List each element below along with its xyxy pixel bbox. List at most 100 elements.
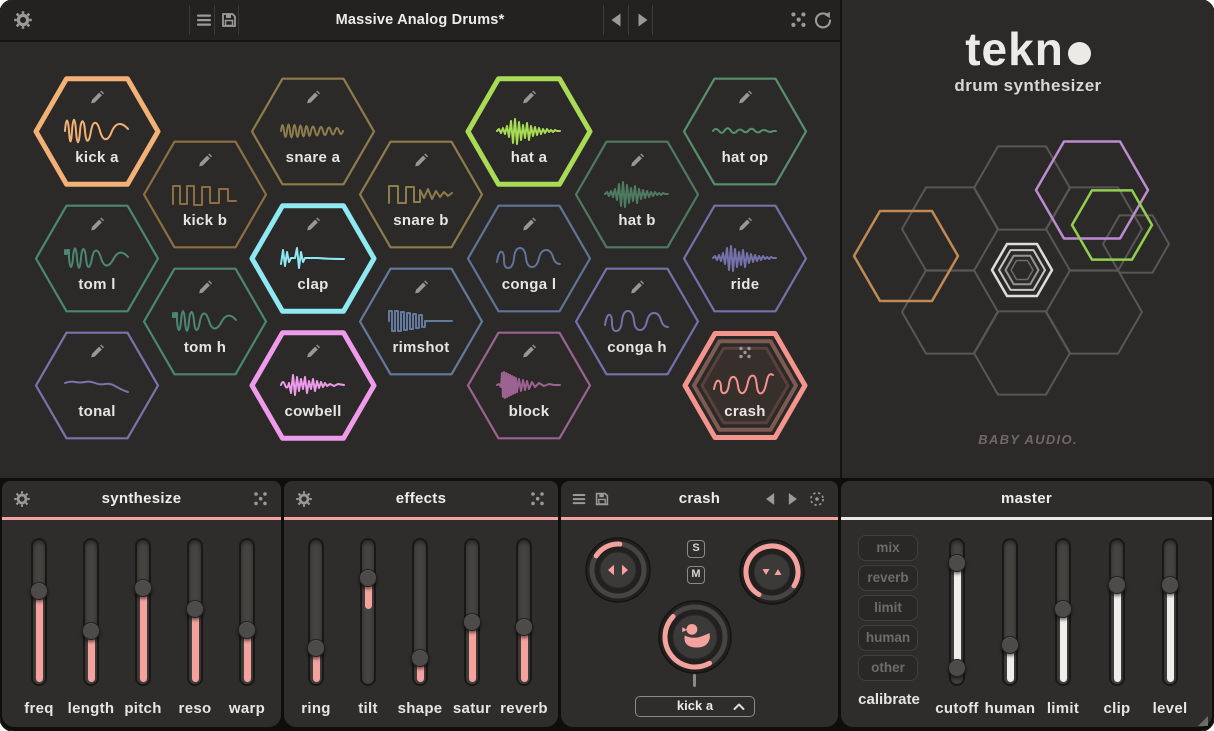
save-icon[interactable] xyxy=(219,10,239,30)
slider-label: satur xyxy=(453,700,491,717)
reset-icon[interactable] xyxy=(813,10,833,30)
pad-label: crash xyxy=(680,403,810,420)
edit-pencil-icon[interactable] xyxy=(197,153,214,170)
master-button-other[interactable]: other xyxy=(858,655,918,681)
waveform-preview xyxy=(490,240,568,276)
edit-pencil-icon[interactable] xyxy=(737,217,754,234)
slider-thumb[interactable] xyxy=(186,600,204,618)
panel-synthesize-header: synthesize xyxy=(2,481,281,520)
slider-thumb[interactable] xyxy=(1001,636,1019,654)
gear-icon[interactable] xyxy=(13,10,33,30)
edit-pencil-icon[interactable] xyxy=(629,153,646,170)
panel-title: master xyxy=(841,481,1212,517)
slider-level[interactable]: level xyxy=(1162,538,1178,686)
waveform-preview xyxy=(166,303,244,339)
slider-thumb[interactable] xyxy=(307,639,325,657)
plugin-window: Massive Analog Drums* kick asnare ahat a… xyxy=(0,0,1214,731)
pad-label: block xyxy=(464,403,594,420)
slider-satur[interactable]: satur xyxy=(464,538,480,686)
edit-pencil-icon[interactable] xyxy=(521,217,538,234)
pad-crash[interactable]: crash xyxy=(680,329,810,442)
edit-pencil-icon[interactable] xyxy=(89,90,106,107)
master-button-human[interactable]: human xyxy=(858,625,918,651)
slider-thumb[interactable] xyxy=(411,649,429,667)
slider-limit[interactable]: limit xyxy=(1055,538,1071,686)
slider-thumb[interactable] xyxy=(359,569,377,587)
mute-button[interactable]: M xyxy=(687,566,705,584)
calibrate-label: calibrate xyxy=(843,691,935,708)
slider-reverb[interactable]: reverb xyxy=(516,538,532,686)
pan-knob[interactable] xyxy=(585,537,651,603)
edit-pencil-icon[interactable] xyxy=(305,344,322,361)
randomize-dice-icon[interactable] xyxy=(252,490,270,508)
slider-label: freq xyxy=(24,700,54,717)
slider-thumb[interactable] xyxy=(1054,600,1072,618)
next-preset-icon[interactable] xyxy=(632,10,652,30)
randomize-dice-icon[interactable] xyxy=(529,490,547,508)
slider-ring[interactable]: ring xyxy=(308,538,324,686)
slider-thumb[interactable] xyxy=(515,618,533,636)
divider xyxy=(628,5,629,35)
prev-preset-icon[interactable] xyxy=(607,10,627,30)
slider-pitch[interactable]: pitch xyxy=(135,538,151,686)
waveform-preview xyxy=(166,176,244,212)
slider-length[interactable]: length xyxy=(83,538,99,686)
master-button-mix[interactable]: mix xyxy=(858,535,918,561)
slider-track[interactable] xyxy=(360,538,376,686)
master-button-reverb[interactable]: reverb xyxy=(858,565,918,591)
panel-effects-header: effects xyxy=(284,481,558,520)
randomize-dice-icon[interactable] xyxy=(737,344,754,361)
slider-warp[interactable]: warp xyxy=(239,538,255,686)
waveform-preview xyxy=(274,367,352,403)
waveform-preview xyxy=(598,176,676,212)
edit-pencil-icon[interactable] xyxy=(89,217,106,234)
slider-freq[interactable]: freq xyxy=(31,538,47,686)
slider-shape[interactable]: shape xyxy=(412,538,428,686)
edit-pencil-icon[interactable] xyxy=(737,90,754,107)
next-pad-icon[interactable] xyxy=(783,490,801,508)
divider xyxy=(189,5,190,35)
pad-cowbell[interactable]: cowbell xyxy=(248,329,378,442)
edit-pencil-icon[interactable] xyxy=(521,344,538,361)
edit-pencil-icon[interactable] xyxy=(413,153,430,170)
slider-thumb[interactable] xyxy=(238,621,256,639)
slider-label: level xyxy=(1153,700,1188,717)
tune-knob[interactable] xyxy=(739,539,805,605)
slider-cutoff[interactable]: cutoff xyxy=(949,538,965,686)
waveform-preview xyxy=(490,113,568,149)
slider-fill xyxy=(192,609,199,682)
prev-pad-icon[interactable] xyxy=(762,490,780,508)
focus-pad-icon[interactable] xyxy=(808,490,826,508)
slider-fill xyxy=(954,563,961,668)
pad-block[interactable]: block xyxy=(464,329,594,442)
duck-knob[interactable] xyxy=(658,600,732,674)
randomize-dice-icon[interactable] xyxy=(789,10,809,30)
edit-pencil-icon[interactable] xyxy=(197,280,214,297)
menu-icon[interactable] xyxy=(194,10,214,30)
edit-pencil-icon[interactable] xyxy=(305,217,322,234)
solo-button[interactable]: S xyxy=(687,540,705,558)
slider-label: cutoff xyxy=(935,700,978,717)
waveform-preview xyxy=(706,240,784,276)
slider-label: ring xyxy=(301,700,331,717)
edit-pencil-icon[interactable] xyxy=(413,280,430,297)
edit-pencil-icon[interactable] xyxy=(629,280,646,297)
edit-pencil-icon[interactable] xyxy=(305,90,322,107)
preset-name[interactable]: Massive Analog Drums* xyxy=(240,0,600,40)
resize-handle[interactable] xyxy=(1197,715,1209,727)
slider-label: shape xyxy=(398,700,443,717)
slider-clip[interactable]: clip xyxy=(1109,538,1125,686)
edit-pencil-icon[interactable] xyxy=(521,90,538,107)
duck-route-dropdown[interactable]: kick a xyxy=(635,696,755,717)
master-button-limit[interactable]: limit xyxy=(858,595,918,621)
slider-fill xyxy=(1167,585,1174,681)
slider-human[interactable]: human xyxy=(1002,538,1018,686)
divider xyxy=(652,5,653,35)
edit-pencil-icon[interactable] xyxy=(89,344,106,361)
slider-reso[interactable]: reso xyxy=(187,538,203,686)
slider-tilt[interactable]: tilt xyxy=(360,538,376,686)
panel-selected-pad: crash S M kick a xyxy=(561,481,838,727)
slider-fill xyxy=(1114,585,1121,681)
pad-tonal[interactable]: tonal xyxy=(32,329,162,442)
slider-label: pitch xyxy=(124,700,161,717)
